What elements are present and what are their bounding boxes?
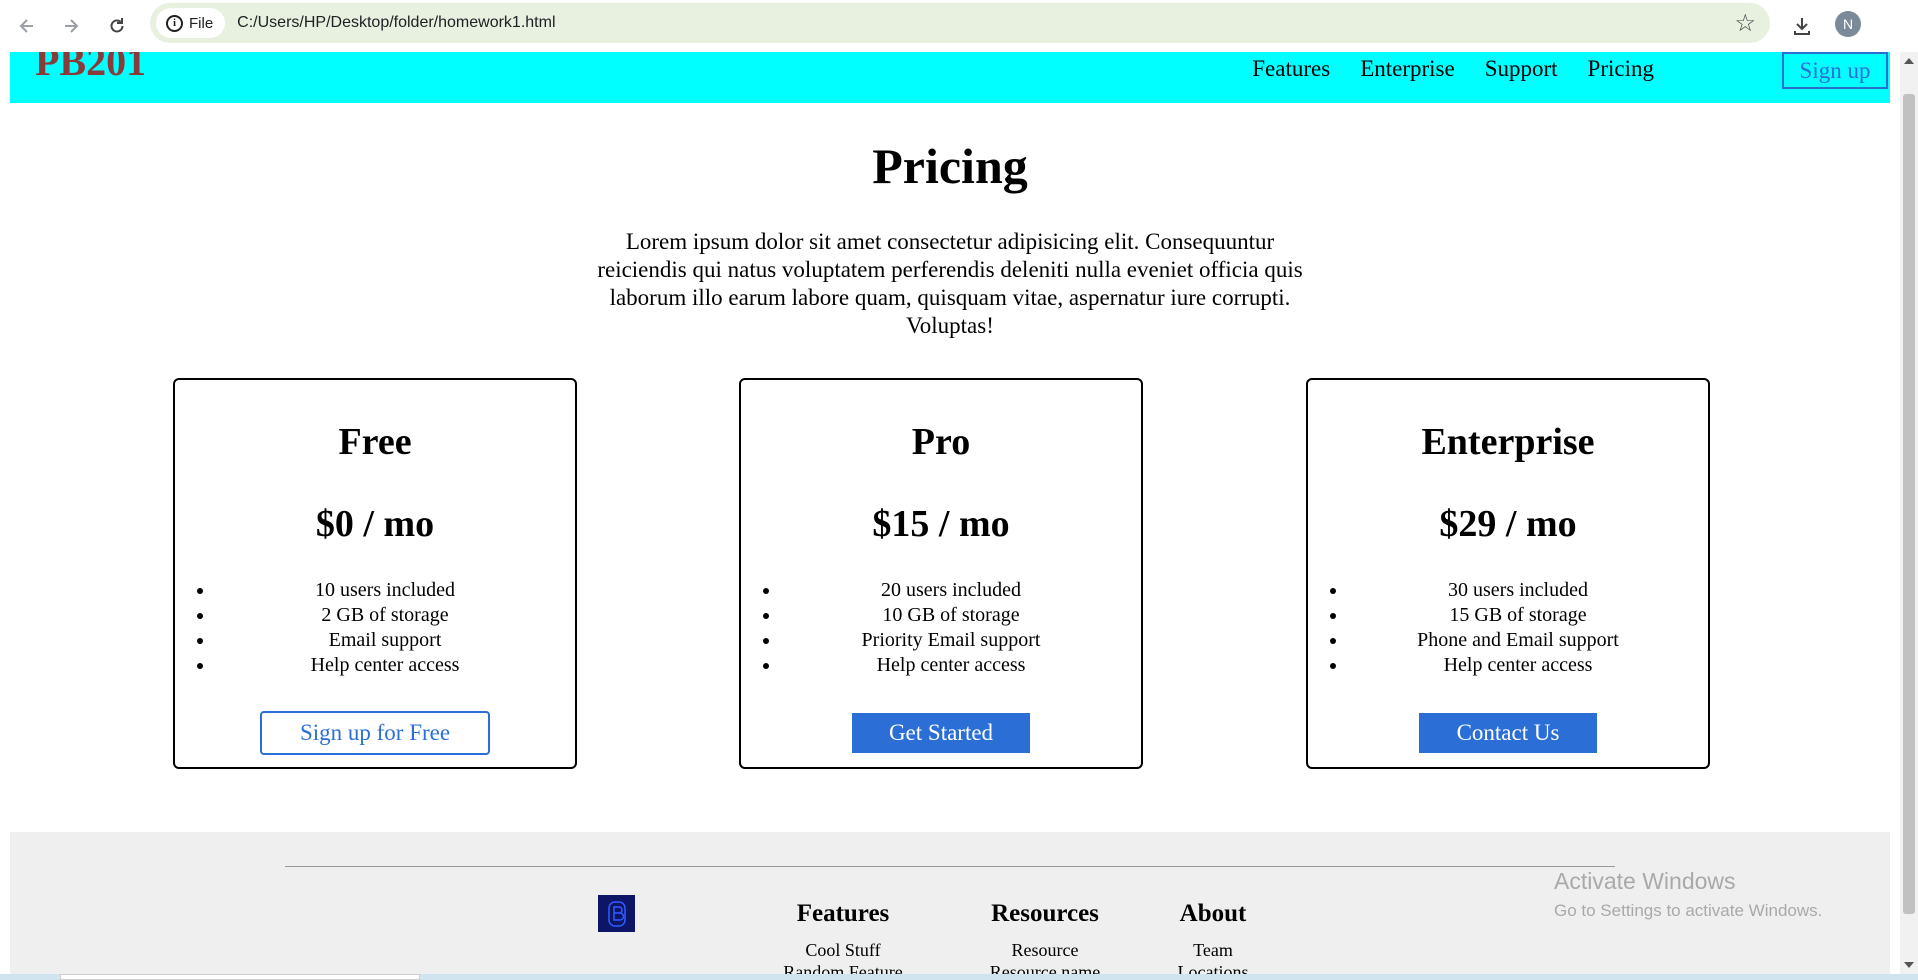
feature-item: 20 users included bbox=[781, 578, 1111, 603]
footer-divider bbox=[285, 866, 1615, 867]
footer-heading: Features bbox=[796, 900, 890, 927]
address-bar[interactable]: i File C:/Users/HP/Desktop/folder/homewo… bbox=[150, 3, 1770, 43]
signup-free-button[interactable]: Sign up for Free bbox=[260, 711, 490, 755]
scroll-down-icon[interactable] bbox=[1904, 962, 1914, 968]
footer-link[interactable]: Locations bbox=[1158, 961, 1268, 974]
feature-item: 15 GB of storage bbox=[1348, 603, 1678, 628]
feature-item: 30 users included bbox=[1348, 578, 1678, 603]
vertical-scrollbar[interactable] bbox=[1900, 52, 1918, 974]
plan-features: 20 users included 10 GB of storage Prior… bbox=[781, 578, 1111, 678]
signup-button[interactable]: Sign up bbox=[1782, 52, 1888, 89]
footer-link[interactable]: Resource name bbox=[970, 961, 1120, 974]
feature-item: Phone and Email support bbox=[1348, 628, 1678, 653]
footer-link[interactable]: Resource bbox=[970, 939, 1120, 961]
watermark-subtitle: Go to Settings to activate Windows. bbox=[1554, 901, 1823, 920]
plan-price: $0 / mo bbox=[315, 503, 435, 545]
get-started-button[interactable]: Get Started bbox=[852, 713, 1030, 753]
feature-item: 10 users included bbox=[215, 578, 545, 603]
brand-logo[interactable]: PB201 bbox=[35, 52, 146, 85]
activate-windows-watermark: Activate Windows Go to Settings to activ… bbox=[1554, 868, 1822, 921]
forward-icon[interactable] bbox=[53, 8, 89, 44]
intro-text: Lorem ipsum dolor sit amet consectetur a… bbox=[597, 229, 1303, 338]
taskbar-item[interactable] bbox=[60, 974, 420, 980]
feature-item: Help center access bbox=[215, 653, 545, 678]
feature-item: Priority Email support bbox=[781, 628, 1111, 653]
plan-name: Free bbox=[338, 421, 412, 463]
footer-col-features: Features Cool Stuff Random Feature bbox=[778, 900, 908, 974]
watermark-title: Activate Windows bbox=[1554, 868, 1736, 894]
star-icon[interactable]: ☆ bbox=[1734, 9, 1756, 38]
download-icon[interactable] bbox=[1784, 8, 1820, 44]
nav-link-support[interactable]: Support bbox=[1485, 56, 1558, 82]
footer-logo-icon[interactable] bbox=[598, 895, 635, 932]
page-title: Pricing bbox=[872, 138, 1028, 194]
feature-item: Help center access bbox=[1348, 653, 1678, 678]
plan-name: Pro bbox=[911, 421, 971, 463]
feature-item: Help center access bbox=[781, 653, 1111, 678]
footer-link[interactable]: Cool Stuff bbox=[778, 939, 908, 961]
plan-price: $15 / mo bbox=[872, 503, 1010, 545]
plan-price: $29 / mo bbox=[1439, 503, 1577, 545]
reload-icon[interactable] bbox=[99, 8, 135, 44]
plan-card-free: Free $0 / mo 10 users included 2 GB of s… bbox=[173, 378, 577, 769]
contact-us-button[interactable]: Contact Us bbox=[1419, 713, 1597, 753]
footer-link[interactable]: Team bbox=[1158, 939, 1268, 961]
plan-name: Enterprise bbox=[1421, 421, 1595, 463]
page-viewport: PB201 Features Enterprise Support Pricin… bbox=[0, 52, 1900, 974]
nav-link-pricing[interactable]: Pricing bbox=[1588, 56, 1654, 82]
plan-features: 10 users included 2 GB of storage Email … bbox=[215, 578, 545, 678]
url-text[interactable]: C:/Users/HP/Desktop/folder/homework1.htm… bbox=[237, 14, 555, 32]
browser-toolbar: i File C:/Users/HP/Desktop/folder/homewo… bbox=[0, 0, 1918, 52]
scrollbar-thumb[interactable] bbox=[1903, 94, 1915, 914]
footer-heading: Resources bbox=[991, 900, 1099, 927]
profile-avatar[interactable]: N bbox=[1835, 11, 1861, 37]
scroll-up-icon[interactable] bbox=[1904, 58, 1914, 64]
footer-col-about: About Team Locations bbox=[1158, 900, 1268, 974]
footer-heading: About bbox=[1179, 900, 1247, 927]
feature-item: Email support bbox=[215, 628, 545, 653]
footer-link[interactable]: Random Feature bbox=[778, 961, 908, 974]
nav-link-enterprise[interactable]: Enterprise bbox=[1360, 56, 1455, 82]
site-navbar: PB201 Features Enterprise Support Pricin… bbox=[10, 52, 1890, 103]
nav-link-features[interactable]: Features bbox=[1252, 56, 1330, 82]
nav-links: Features Enterprise Support Pricing bbox=[1252, 56, 1654, 82]
site-chip-label: File bbox=[189, 14, 214, 32]
plan-features: 30 users included 15 GB of storage Phone… bbox=[1348, 578, 1678, 678]
back-icon[interactable] bbox=[9, 8, 45, 44]
info-icon: i bbox=[166, 14, 183, 32]
footer-col-resources: Resources Resource Resource name bbox=[970, 900, 1120, 974]
feature-item: 2 GB of storage bbox=[215, 603, 545, 628]
plan-card-pro: Pro $15 / mo 20 users included 10 GB of … bbox=[739, 378, 1143, 769]
plan-card-enterprise: Enterprise $29 / mo 30 users included 15… bbox=[1306, 378, 1710, 769]
site-info-chip[interactable]: i File bbox=[156, 8, 226, 38]
feature-item: 10 GB of storage bbox=[781, 603, 1111, 628]
